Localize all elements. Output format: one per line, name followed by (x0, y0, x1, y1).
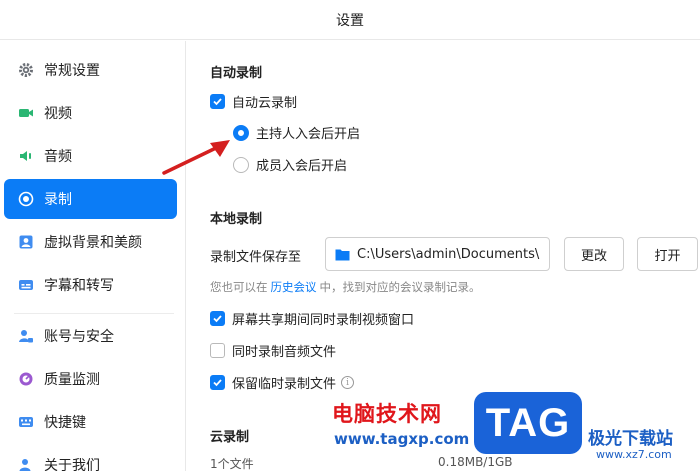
recording-settings-panel: 自动录制 自动云录制 主持人入会后开启 成员入会后开启 本地录制 录制文件保存至… (187, 41, 700, 471)
history-meetings-link[interactable]: 历史会议 (271, 279, 317, 295)
radio-label: 主持人入会后开启 (256, 127, 361, 142)
sidebar-item-audio[interactable]: 音频 (4, 136, 177, 176)
watermark-tag-text: TAG (485, 400, 571, 445)
radio-member-join[interactable]: 成员入会后开启 (233, 155, 347, 174)
info-user-icon (18, 457, 34, 471)
checkbox-label: 自动云录制 (232, 96, 298, 111)
checkbox-label: 保留临时录制文件 (232, 377, 337, 392)
sidebar-item-account-security[interactable]: 账号与安全 (4, 316, 177, 356)
save-path-text: C:\Users\admin\Documents\ (357, 246, 540, 262)
record-screen-share-checkbox[interactable]: 屏幕共享期间同时录制视频窗口 (210, 309, 414, 328)
window-title: 设置 (336, 12, 364, 29)
local-record-title: 本地录制 (210, 212, 263, 227)
sidebar-item-virtual-background[interactable]: 虚拟背景和美颜 (4, 222, 177, 262)
auto-cloud-record-checkbox[interactable]: 自动云录制 (210, 92, 297, 111)
save-location-label: 录制文件保存至 (210, 250, 302, 265)
checkbox-checked[interactable] (210, 311, 225, 326)
sidebar-item-label: 视频 (44, 106, 72, 122)
annotation-arrow-icon (162, 140, 230, 175)
sidebar-item-label: 关于我们 (44, 458, 100, 471)
cloud-storage-usage: 0.18MB/1GB (438, 455, 513, 469)
sidebar-item-label: 音频 (44, 149, 72, 165)
checkbox-checked[interactable] (210, 375, 225, 390)
checkbox-label: 同时录制音频文件 (232, 345, 337, 360)
watermark-tag-logo: TAG (474, 392, 582, 454)
monitor-icon (18, 371, 34, 387)
info-icon[interactable]: i (341, 376, 355, 389)
video-camera-icon (18, 105, 34, 121)
sidebar-item-about[interactable]: 关于我们 (4, 445, 177, 471)
open-folder-button[interactable]: 打开 (637, 237, 698, 271)
keyboard-icon (18, 414, 34, 430)
sidebar-item-general[interactable]: 常规设置 (4, 50, 177, 90)
title-bar: 设置 (0, 0, 700, 40)
portrait-icon (18, 234, 34, 250)
record-audio-file-checkbox[interactable]: 同时录制音频文件 (210, 341, 336, 360)
subtitle-icon (18, 277, 34, 293)
checkbox-unchecked[interactable] (210, 343, 225, 358)
sidebar-item-quality-monitor[interactable]: 质量监测 (4, 359, 177, 399)
save-path-field[interactable]: C:\Users\admin\Documents\ (325, 237, 550, 271)
speaker-icon (18, 148, 34, 164)
change-path-button[interactable]: 更改 (564, 237, 624, 271)
folder-icon (335, 249, 350, 260)
radio-label: 成员入会后开启 (256, 159, 348, 174)
sidebar-item-shortcuts[interactable]: 快捷键 (4, 402, 177, 442)
watermark-url: www.tagxp.com (334, 430, 470, 448)
gear-icon (18, 62, 34, 78)
account-lock-icon (18, 328, 34, 344)
sidebar-item-subtitles[interactable]: 字幕和转写 (4, 265, 177, 305)
sidebar-item-label: 快捷键 (44, 415, 86, 431)
watermark-cn-text: 电脑技术网 (332, 402, 442, 426)
watermark-brand: 极光下载站 (588, 429, 673, 449)
checkbox-label: 屏幕共享期间同时录制视频窗口 (232, 313, 415, 328)
record-icon (18, 191, 34, 207)
sidebar-item-label: 字幕和转写 (44, 278, 114, 294)
settings-sidebar: 常规设置 视频 音频 录制 虚拟背景和美颜 字幕和转写 账号与安全 质量监测 快… (0, 41, 186, 471)
hint-suffix: 中，找到对应的会议录制记录。 (319, 280, 481, 294)
sidebar-item-label: 录制 (44, 192, 72, 208)
save-location-label-row: 录制文件保存至 (210, 246, 301, 265)
history-hint: 您也可以在 历史会议 中，找到对应的会议录制记录。 (210, 279, 481, 295)
radio-host-join[interactable]: 主持人入会后开启 (233, 123, 360, 142)
sidebar-item-label: 质量监测 (44, 372, 100, 388)
cloud-file-count: 1个文件 (210, 457, 254, 471)
watermark-brand-url: www.xz7.com (596, 448, 672, 461)
sidebar-divider (14, 313, 174, 314)
auto-record-title: 自动录制 (210, 66, 263, 81)
hint-prefix: 您也可以在 (210, 280, 268, 294)
sidebar-item-label: 常规设置 (44, 63, 100, 79)
sidebar-item-label: 虚拟背景和美颜 (44, 235, 142, 251)
checkbox-checked[interactable] (210, 94, 225, 109)
sidebar-item-label: 账号与安全 (44, 329, 114, 345)
sidebar-item-recording[interactable]: 录制 (4, 179, 177, 219)
cloud-record-title: 云录制 (210, 430, 250, 445)
keep-temp-files-checkbox[interactable]: 保留临时录制文件 i (210, 373, 355, 392)
sidebar-item-video[interactable]: 视频 (4, 93, 177, 133)
